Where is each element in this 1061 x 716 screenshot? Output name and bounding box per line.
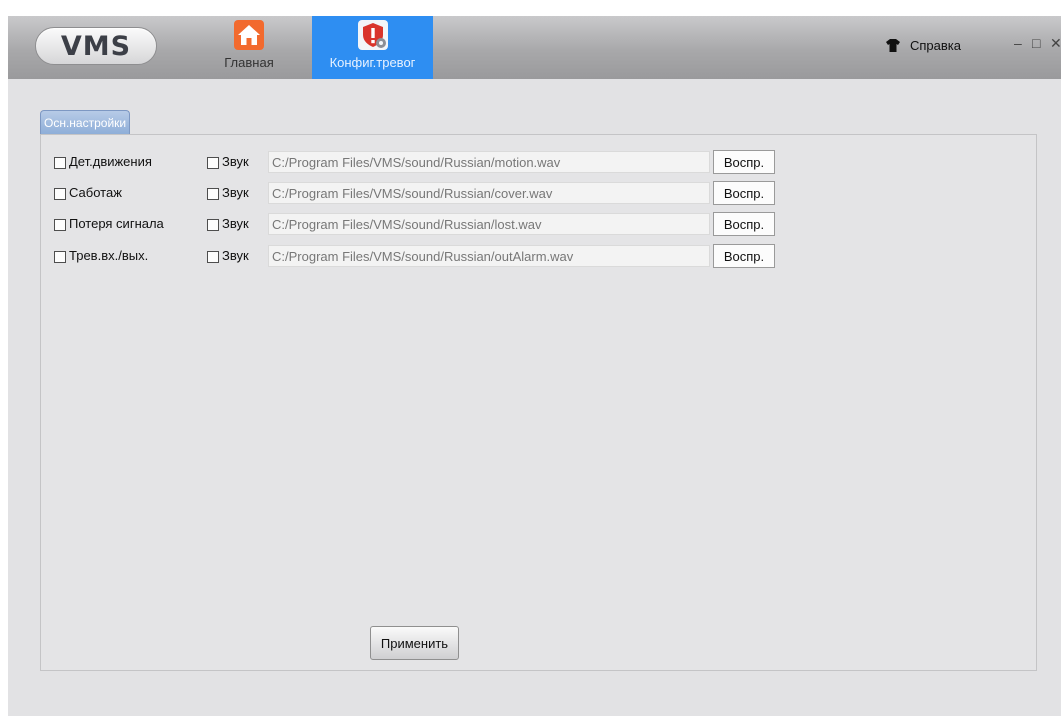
alarm-io-label: Трев.вх./вых.	[69, 248, 149, 263]
motion-sound-checkbox[interactable]	[207, 157, 219, 169]
top-bar: VMS Главная Конфиг.тревог Справка – □ ✕	[8, 16, 1061, 79]
video-loss-sound-label: Звук	[222, 216, 249, 231]
maximize-icon[interactable]: □	[1032, 35, 1040, 51]
help-button[interactable]: Справка	[886, 38, 961, 53]
alarm-io-sound-checkbox[interactable]	[207, 251, 219, 263]
nav-item-home[interactable]: Главная	[216, 16, 282, 79]
tamper-sound-checkbox[interactable]	[207, 188, 219, 200]
alarm-io-sound-label: Звук	[222, 248, 249, 263]
alarm-row-io: Трев.вх./вых. Звук C:/Program Files/VMS/…	[41, 244, 1036, 269]
tamper-sound-label: Звук	[222, 185, 249, 200]
settings-panel: Дет.движения Звук C:/Program Files/VMS/s…	[40, 134, 1037, 671]
video-loss-checkbox[interactable]	[54, 219, 66, 231]
tamper-checkbox[interactable]	[54, 188, 66, 200]
help-label: Справка	[910, 38, 961, 53]
tamper-sound-path[interactable]: C:/Program Files/VMS/sound/Russian/cover…	[268, 182, 710, 204]
video-loss-sound-checkbox[interactable]	[207, 219, 219, 231]
motion-play-button[interactable]: Воспр.	[713, 150, 775, 174]
tab-label: Осн.настройки	[44, 115, 127, 130]
nav-item-alarm-config[interactable]: Конфиг.тревог	[312, 16, 433, 79]
alarm-io-play-button[interactable]: Воспр.	[713, 244, 775, 268]
nav-label-alarm-config: Конфиг.тревог	[329, 55, 416, 70]
home-icon	[234, 20, 264, 50]
motion-sound-label: Звук	[222, 154, 249, 169]
alarm-io-checkbox[interactable]	[54, 251, 66, 263]
shirt-icon	[886, 39, 900, 52]
motion-label: Дет.движения	[69, 154, 152, 169]
tab-basic-settings[interactable]: Осн.настройки	[40, 110, 131, 134]
app-window: VMS Главная Конфиг.тревог Справка – □ ✕ …	[8, 16, 1061, 716]
motion-sound-path[interactable]: C:/Program Files/VMS/sound/Russian/motio…	[268, 151, 710, 173]
alarm-row-video-loss: Потеря сигнала Звук C:/Program Files/VMS…	[41, 212, 1036, 237]
nav-label-home: Главная	[224, 55, 274, 70]
alarm-shield-icon	[357, 20, 388, 50]
motion-checkbox[interactable]	[54, 157, 66, 169]
alarm-row-tamper: Саботаж Звук C:/Program Files/VMS/sound/…	[41, 181, 1036, 206]
vms-logo: VMS	[35, 27, 157, 65]
alarm-io-sound-path[interactable]: C:/Program Files/VMS/sound/Russian/outAl…	[268, 245, 710, 267]
video-loss-sound-path[interactable]: C:/Program Files/VMS/sound/Russian/lost.…	[268, 213, 710, 235]
minimize-icon[interactable]: –	[1014, 35, 1022, 51]
close-icon[interactable]: ✕	[1050, 35, 1061, 52]
tamper-play-button[interactable]: Воспр.	[713, 181, 775, 205]
video-loss-label: Потеря сигнала	[69, 216, 164, 231]
apply-button[interactable]: Применить	[370, 626, 459, 660]
alarm-row-motion: Дет.движения Звук C:/Program Files/VMS/s…	[41, 150, 1036, 175]
video-loss-play-button[interactable]: Воспр.	[713, 212, 775, 236]
tamper-label: Саботаж	[69, 185, 122, 200]
